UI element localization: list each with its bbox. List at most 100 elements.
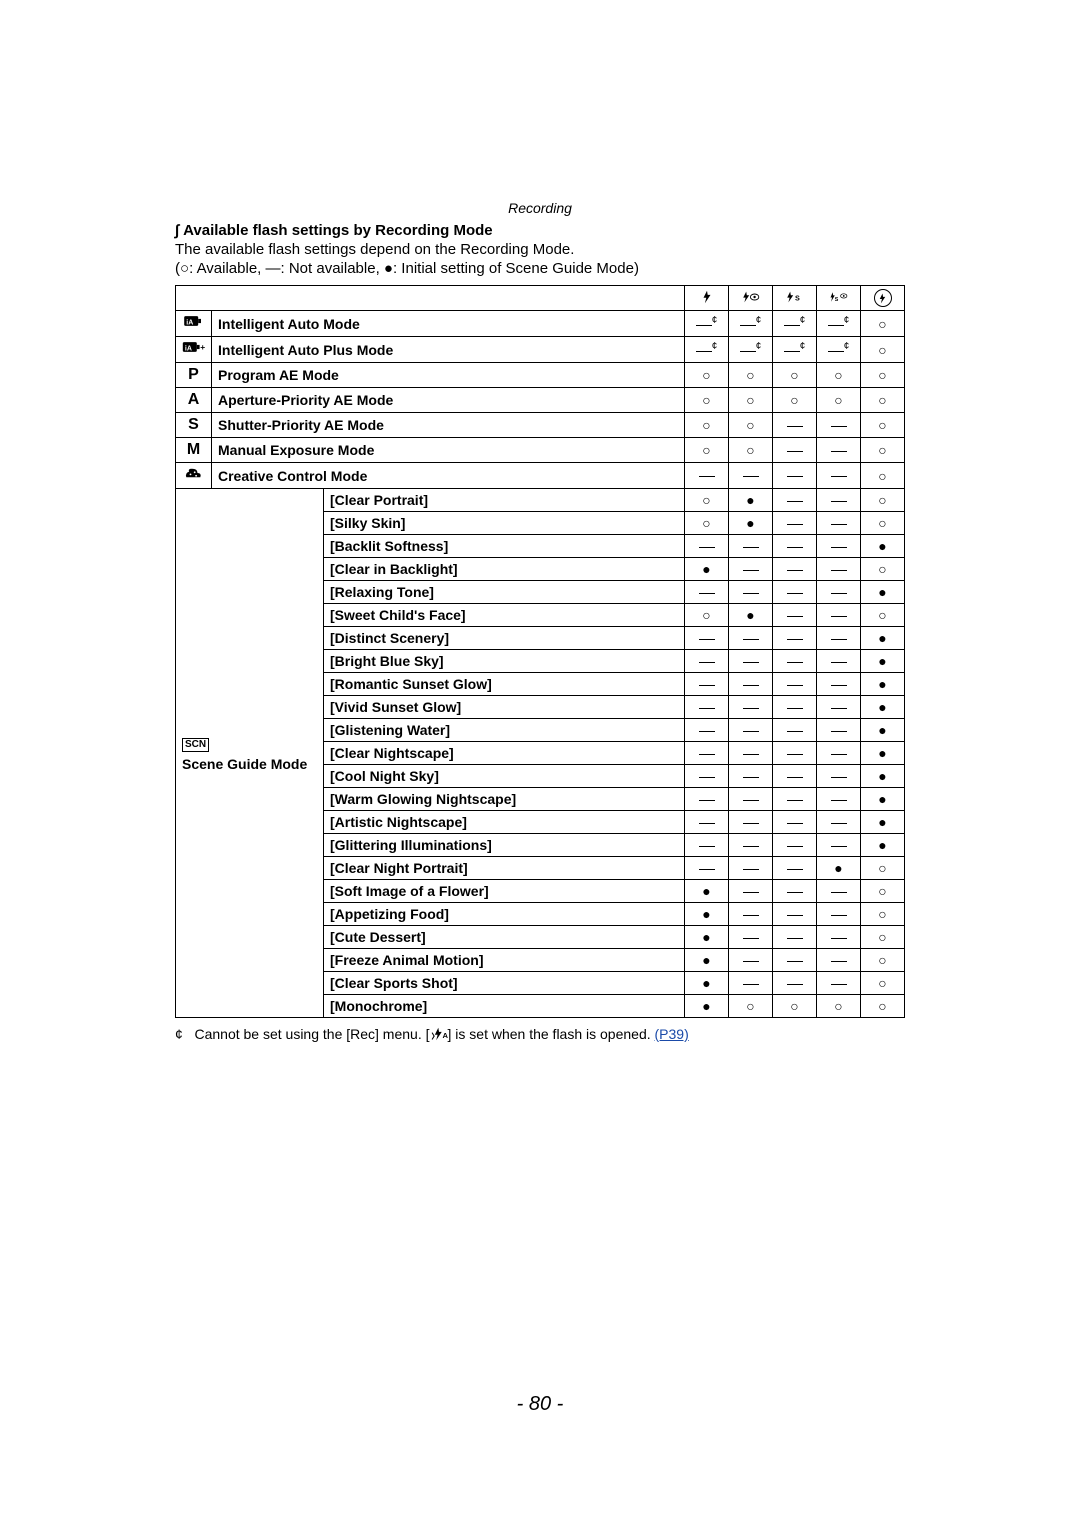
cell: ● [861, 834, 905, 857]
cell [817, 788, 861, 811]
footnote-text-1: Cannot be set using the [Rec] menu. [ [194, 1026, 429, 1042]
cell: ○ [861, 363, 905, 388]
cell: ○ [861, 926, 905, 949]
scene-guide-group: SCNScene Guide Mode [176, 489, 324, 1018]
cell [729, 742, 773, 765]
svg-text:iA: iA [186, 320, 193, 327]
scene-name: [Freeze Animal Motion] [324, 949, 685, 972]
cell [729, 972, 773, 995]
cell: ● [861, 581, 905, 604]
cell [729, 949, 773, 972]
scene-name: [Warm Glowing Nightscape] [324, 788, 685, 811]
page: Recording ∫Available flash settings by R… [0, 0, 1080, 1526]
scene-name: [Clear Nightscape] [324, 742, 685, 765]
cell [773, 765, 817, 788]
cell [817, 926, 861, 949]
cell [773, 558, 817, 581]
scene-name: [Monochrome] [324, 995, 685, 1018]
table-row: PProgram AE Mode○○○○○ [176, 363, 905, 388]
scene-name: [Bright Blue Sky] [324, 650, 685, 673]
cell [685, 834, 729, 857]
bullet-icon: ∫ [175, 222, 179, 239]
cell [817, 581, 861, 604]
legend-na-text: : Not available, [281, 260, 384, 277]
cell: ○ [817, 995, 861, 1018]
cell [773, 903, 817, 926]
cell [685, 765, 729, 788]
cell: ○ [861, 512, 905, 535]
scene-name: [Silky Skin] [324, 512, 685, 535]
scene-guide-label: Scene Guide Mode [182, 756, 307, 772]
cell [685, 463, 729, 489]
cell [773, 811, 817, 834]
cell [729, 581, 773, 604]
cell [729, 811, 773, 834]
cell [773, 627, 817, 650]
intro-text: The available flash settings depend on t… [175, 241, 905, 258]
mode-icon: A [176, 388, 212, 413]
mode-icon: P [176, 363, 212, 388]
cell: ¢ [773, 311, 817, 337]
cell: ○ [729, 438, 773, 463]
cell [817, 880, 861, 903]
cell: ● [685, 949, 729, 972]
cell [729, 535, 773, 558]
cell [685, 673, 729, 696]
flash-settings-table: S S iAIntelligent Auto Mode¢¢¢¢○iA+Intel… [175, 285, 905, 1018]
cell [773, 949, 817, 972]
cell: ○ [861, 558, 905, 581]
cell [685, 857, 729, 880]
cell [817, 903, 861, 926]
svg-text:S: S [795, 293, 800, 302]
cell [729, 857, 773, 880]
cell: ● [685, 926, 729, 949]
cell [817, 834, 861, 857]
cell: ○ [773, 363, 817, 388]
cell [817, 650, 861, 673]
table-row: SCNScene Guide Mode[Clear Portrait]○●○ [176, 489, 905, 512]
cell [773, 489, 817, 512]
cell [685, 696, 729, 719]
cell: ○ [861, 463, 905, 489]
cell: ¢ [773, 337, 817, 363]
col-flash-redeye-icon [729, 286, 773, 311]
cell: ○ [685, 438, 729, 463]
cell [685, 719, 729, 742]
header-blank [176, 286, 685, 311]
cell: ● [861, 765, 905, 788]
cell [729, 696, 773, 719]
scene-name: [Clear Portrait] [324, 489, 685, 512]
cell: ○ [729, 995, 773, 1018]
section-label: Recording [175, 200, 905, 216]
mode-icon: M [176, 438, 212, 463]
cell [773, 788, 817, 811]
cell [773, 857, 817, 880]
mode-label: Program AE Mode [212, 363, 685, 388]
cell [773, 512, 817, 535]
col-flash-slow-redeye-icon: S [817, 286, 861, 311]
mode-label: Intelligent Auto Plus Mode [212, 337, 685, 363]
scene-name: [Artistic Nightscape] [324, 811, 685, 834]
cell [773, 834, 817, 857]
scene-name: [Distinct Scenery] [324, 627, 685, 650]
cell: ○ [817, 388, 861, 413]
cell: ○ [729, 388, 773, 413]
cell: ○ [861, 311, 905, 337]
cell: ● [817, 857, 861, 880]
table-row: iAIntelligent Auto Mode¢¢¢¢○ [176, 311, 905, 337]
legend-initial-symbol: ● [384, 260, 393, 277]
footnote-link[interactable]: (P39) [655, 1026, 689, 1042]
cell: ○ [861, 972, 905, 995]
cell [817, 512, 861, 535]
col-flash-forced-icon [685, 286, 729, 311]
cell [685, 811, 729, 834]
cell: ● [861, 627, 905, 650]
cell: ¢ [817, 337, 861, 363]
cell: ● [861, 696, 905, 719]
cell: ● [729, 604, 773, 627]
cell [773, 413, 817, 438]
scene-name: [Soft Image of a Flower] [324, 880, 685, 903]
cell [817, 673, 861, 696]
cell [685, 581, 729, 604]
cell [773, 650, 817, 673]
